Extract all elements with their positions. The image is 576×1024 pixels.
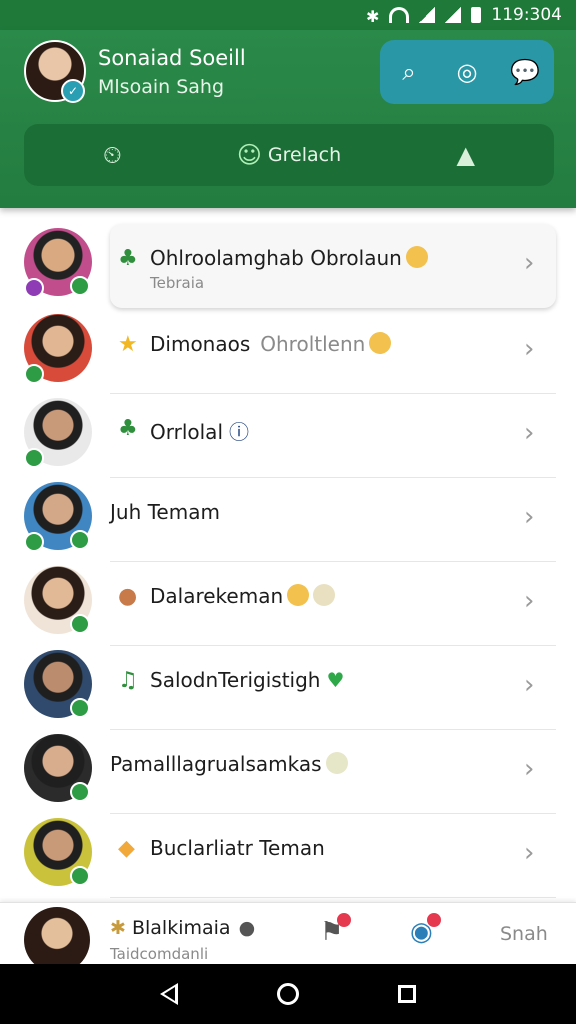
wifi-icon xyxy=(389,7,410,23)
star-icon: ★ xyxy=(118,332,138,357)
chevron-right-icon: › xyxy=(524,754,535,784)
system-nav-bar xyxy=(0,964,576,1024)
leaf-icon: ♣ xyxy=(118,416,138,441)
tab-timer[interactable]: ⏲ xyxy=(24,124,201,186)
map-button[interactable]: ⚑ xyxy=(320,913,352,947)
list-item[interactable]: ♫ SalodnTerigistigh ♥ › xyxy=(0,646,576,730)
chevron-right-icon: › xyxy=(524,502,535,532)
online-badge xyxy=(70,782,90,802)
chat-subtitle: Tebraia xyxy=(150,274,205,292)
chevron-right-icon: › xyxy=(524,418,535,448)
list-item[interactable]: ◆ Buclarliatr Teman › xyxy=(0,814,576,898)
timer-icon: ⏲ xyxy=(102,141,122,169)
my-subtitle: Taidcomdanli xyxy=(110,945,209,963)
tab-label: Grelach xyxy=(267,144,342,166)
notification-dot xyxy=(426,913,441,927)
sad-icon xyxy=(369,332,392,354)
status-bar: ✱ 119:304 xyxy=(0,0,576,30)
list-item[interactable]: Pamalllagrualsamkas › xyxy=(0,730,576,814)
back-button[interactable] xyxy=(159,983,178,1005)
online-badge xyxy=(70,866,90,886)
status-badge xyxy=(24,278,44,298)
profile-name: Sonaiad Soeill xyxy=(98,46,246,70)
sparkle-icon: ✱ xyxy=(110,917,132,939)
bluetooth-icon: ✱ xyxy=(365,7,380,26)
recents-button[interactable] xyxy=(398,985,417,1003)
smile-icon xyxy=(287,584,310,606)
chevron-right-icon: › xyxy=(524,586,535,616)
chat-icon: 💬 xyxy=(510,58,540,86)
chat-title: Dimonaos Ohroltlenn xyxy=(150,332,392,356)
chat-title: Juh Temam xyxy=(110,500,220,524)
snah-button[interactable]: Snah xyxy=(500,923,548,945)
location-button[interactable]: ◎ xyxy=(447,52,487,92)
list-item[interactable]: ★ Dimonaos Ohroltlenn › xyxy=(0,310,576,394)
tab-contacts[interactable]: ☺ Grelach xyxy=(201,124,378,186)
list-item[interactable]: Juh Temam › xyxy=(0,478,576,562)
tab-bar: ⏲ ☺ Grelach ▲ xyxy=(24,124,554,186)
online-badge xyxy=(70,614,90,634)
status-badge xyxy=(24,364,44,384)
bottom-bar: ✱ Blalkimaia ● Taidcomdanli ⚑ ◉ Snah xyxy=(0,902,576,973)
signal-icon xyxy=(419,7,436,23)
header-actions: ⌕ ◎ 💬 xyxy=(380,40,554,104)
profile-subtitle: Mlsoain Sahg xyxy=(98,76,225,98)
home-button[interactable] xyxy=(276,983,299,1005)
tag-icon: ◆ xyxy=(118,836,135,861)
pin-icon: ● xyxy=(118,584,138,609)
notification-dot xyxy=(337,913,352,927)
search-button[interactable]: ⌕ xyxy=(389,52,429,92)
flask-icon: ▲ xyxy=(456,141,475,169)
surprised-icon xyxy=(313,584,336,606)
online-badge xyxy=(70,276,90,296)
online-badge xyxy=(70,698,90,718)
grin-icon xyxy=(325,752,348,774)
chat-title: Buclarliatr Teman xyxy=(150,836,325,860)
battery-icon xyxy=(471,7,482,23)
chat-title: SalodnTerigistigh ♥ xyxy=(150,668,345,692)
my-name: ✱ Blalkimaia ● xyxy=(110,917,256,939)
clock: 119:304 xyxy=(491,5,562,25)
heart-icon: ♥ xyxy=(326,668,345,692)
chevron-right-icon: › xyxy=(524,670,535,700)
smile-icon xyxy=(405,246,428,268)
chat-title: Ohlroolamghab Obrolaun xyxy=(150,246,428,270)
location-button[interactable]: ◉ xyxy=(410,913,441,947)
chat-title: Pamalllagrualsamkas xyxy=(110,752,348,776)
contact-icon: ☺ xyxy=(236,141,262,169)
verified-icon: ✓ xyxy=(61,79,85,103)
online-badge xyxy=(70,530,90,550)
search-icon: ⌕ xyxy=(402,58,416,86)
status-badge xyxy=(24,448,44,468)
signal-icon xyxy=(445,7,462,23)
leaf-icon: ♣ xyxy=(118,246,138,271)
chevron-right-icon: › xyxy=(524,838,535,868)
chevron-right-icon: › xyxy=(524,334,535,364)
info-icon: ⓘ xyxy=(229,420,249,444)
list-item[interactable]: ● Dalarekeman › xyxy=(0,562,576,646)
status-badge xyxy=(24,532,44,552)
music-icon: ♫ xyxy=(118,668,138,693)
comment-icon: ● xyxy=(238,917,256,939)
location-icon: ◎ xyxy=(456,58,478,86)
list-item[interactable]: ♣ Ohlroolamghab Obrolaun Tebraia › xyxy=(0,224,576,308)
tab-lab[interactable]: ▲ xyxy=(377,124,554,186)
list-item[interactable]: ♣ Orrlolal ⓘ › xyxy=(0,394,576,478)
chevron-right-icon: › xyxy=(524,248,535,278)
app-header: ✓ Sonaiad Soeill Mlsoain Sahg ⌕ ◎ 💬 ⏲ ☺ … xyxy=(0,30,576,208)
chat-button[interactable]: 💬 xyxy=(505,52,545,92)
chat-title: Orrlolal ⓘ xyxy=(150,420,249,444)
chat-title: Dalarekeman xyxy=(150,584,336,608)
